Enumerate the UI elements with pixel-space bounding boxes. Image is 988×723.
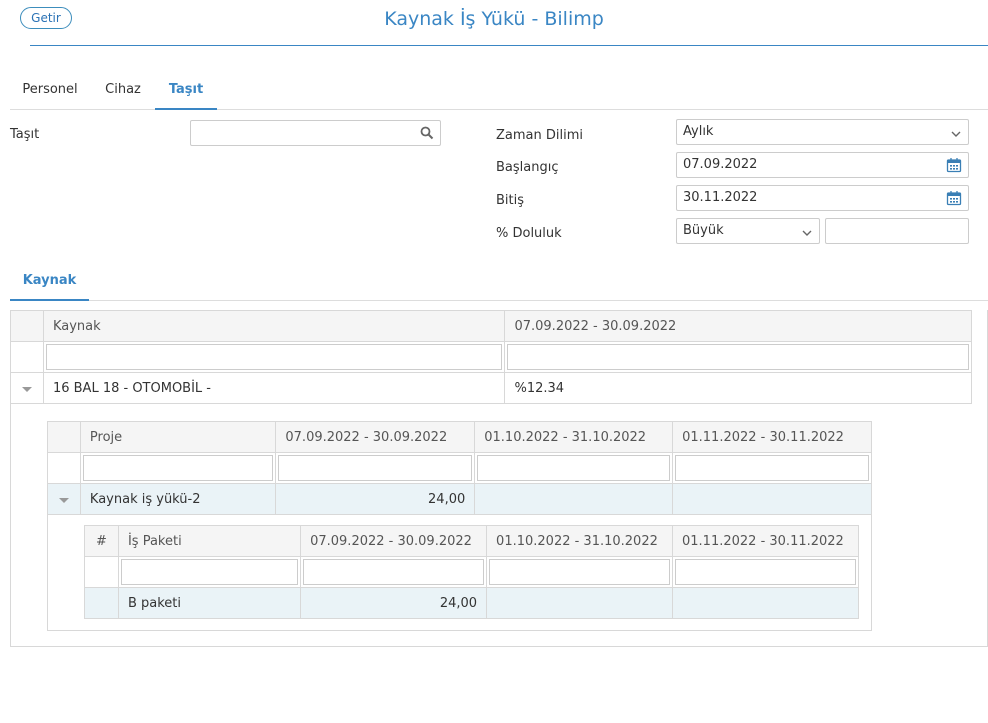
column-header[interactable]: 01.11.2022 - 30.11.2022	[672, 525, 859, 557]
grid-filter-row	[47, 452, 872, 484]
bitis-value: 30.11.2022	[683, 190, 758, 205]
baslangic-date-input[interactable]: 07.09.2022	[676, 152, 969, 178]
doluluk-operator-value: Büyük	[683, 223, 724, 238]
filter-cell	[672, 556, 859, 588]
chevron-down-icon	[950, 125, 962, 149]
bitis-date-input[interactable]: 30.11.2022	[676, 185, 969, 211]
tab-tasit[interactable]: Taşıt	[155, 76, 217, 110]
column-header[interactable]: 01.11.2022 - 30.11.2022	[672, 421, 872, 453]
caret-down-icon[interactable]	[59, 497, 69, 503]
doluluk-label: % Doluluk	[496, 226, 562, 241]
table-row[interactable]: Kaynak iş yükü-2 24,00	[47, 483, 872, 515]
column-header[interactable]: 01.10.2022 - 31.10.2022	[486, 525, 673, 557]
filter-input[interactable]	[675, 455, 869, 481]
zaman-dilimi-value: Aylık	[683, 124, 714, 139]
bitis-label: Bitiş	[496, 193, 525, 208]
proje-name-cell: Kaynak iş yükü-2	[79, 483, 277, 515]
proje-value-cell	[474, 483, 674, 515]
filter-input[interactable]	[675, 559, 856, 585]
kaynak-tabs: Kaynak	[10, 268, 988, 301]
column-header[interactable]: Proje	[79, 421, 277, 453]
kaynak-name-cell: 16 BAL 18 - OTOMOBİL -	[42, 372, 506, 404]
column-header: #	[84, 525, 119, 557]
calendar-icon[interactable]	[946, 190, 962, 215]
paket-value-cell	[486, 587, 673, 619]
filter-cell	[42, 341, 506, 373]
column-header[interactable]: İş Paketi	[117, 525, 302, 557]
filter-cell	[504, 341, 972, 373]
column-header[interactable]: 07.09.2022 - 30.09.2022	[275, 421, 476, 453]
filter-cell	[300, 556, 488, 588]
proje-value-cell: 24,00	[275, 483, 476, 515]
expand-header-cell	[10, 310, 44, 342]
paket-name-cell: B paketi	[117, 587, 302, 619]
baslangic-label: Başlangıç	[496, 160, 559, 175]
tasit-label: Taşıt	[10, 127, 40, 142]
is-paketi-grid: # İş Paketi 07.09.2022 - 30.09.2022 01.1…	[84, 525, 859, 619]
filter-cell	[672, 452, 872, 484]
page-title: Kaynak İş Yükü - Bilimp	[384, 8, 604, 30]
filter-empty-cell	[47, 452, 81, 484]
filter-empty-cell	[84, 556, 119, 588]
filter-input[interactable]	[477, 455, 671, 481]
title-divider	[30, 45, 988, 46]
filter-cell	[474, 452, 674, 484]
filter-cell	[275, 452, 476, 484]
zaman-dilimi-select[interactable]: Aylık	[676, 119, 969, 145]
kaynak-value-cell: %12.34	[504, 372, 972, 404]
row-number-cell	[84, 587, 119, 619]
zaman-dilimi-label: Zaman Dilimi	[496, 128, 583, 143]
tab-personel[interactable]: Personel	[10, 76, 90, 110]
caret-down-icon[interactable]	[22, 386, 32, 392]
filter-input[interactable]	[82, 455, 274, 481]
filter-input[interactable]	[303, 559, 485, 585]
column-header[interactable]: Kaynak	[42, 310, 506, 342]
table-row[interactable]: 16 BAL 18 - OTOMOBİL - %12.34	[10, 372, 972, 404]
grid-header-row: Kaynak 07.09.2022 - 30.09.2022	[10, 310, 972, 342]
proje-grid: Proje 07.09.2022 - 30.09.2022 01.10.2022…	[47, 421, 872, 515]
resource-tabs: Personel Cihaz Taşıt	[10, 76, 988, 110]
chevron-down-icon	[801, 224, 813, 248]
filter-cell	[117, 556, 302, 588]
tab-cihaz[interactable]: Cihaz	[95, 76, 151, 110]
column-header[interactable]: 07.09.2022 - 30.09.2022	[300, 525, 488, 557]
grid-header-row: Proje 07.09.2022 - 30.09.2022 01.10.2022…	[47, 421, 872, 453]
filter-input[interactable]	[120, 559, 299, 585]
filter-cell	[486, 556, 673, 588]
tab-kaynak[interactable]: Kaynak	[10, 268, 89, 301]
grid-filter-row	[10, 341, 972, 373]
column-header[interactable]: 07.09.2022 - 30.09.2022	[504, 310, 972, 342]
filter-input[interactable]	[278, 455, 473, 481]
baslangic-value: 07.09.2022	[683, 157, 758, 172]
filter-cell	[79, 452, 277, 484]
doluluk-operator-select[interactable]: Büyük	[676, 218, 820, 244]
kaynak-grid: Kaynak 07.09.2022 - 30.09.2022 16 BAL 18…	[10, 310, 972, 404]
proje-value-cell	[672, 483, 872, 515]
expand-cell[interactable]	[47, 483, 81, 515]
grid-header-row: # İş Paketi 07.09.2022 - 30.09.2022 01.1…	[84, 525, 859, 557]
search-icon[interactable]	[420, 125, 434, 149]
doluluk-value-input[interactable]	[825, 218, 969, 244]
calendar-icon[interactable]	[946, 157, 962, 182]
filter-empty-cell	[10, 341, 44, 373]
filter-input[interactable]	[45, 344, 503, 370]
table-row[interactable]: B paketi 24,00	[84, 587, 859, 619]
filter-input[interactable]	[507, 344, 969, 370]
paket-value-cell: 24,00	[300, 587, 488, 619]
filter-input[interactable]	[489, 559, 670, 585]
expand-header-cell	[47, 421, 81, 453]
column-header[interactable]: 01.10.2022 - 31.10.2022	[474, 421, 674, 453]
expand-cell[interactable]	[10, 372, 44, 404]
grid-filter-row	[84, 556, 859, 588]
paket-value-cell	[672, 587, 859, 619]
tasit-search-input[interactable]	[190, 120, 441, 146]
